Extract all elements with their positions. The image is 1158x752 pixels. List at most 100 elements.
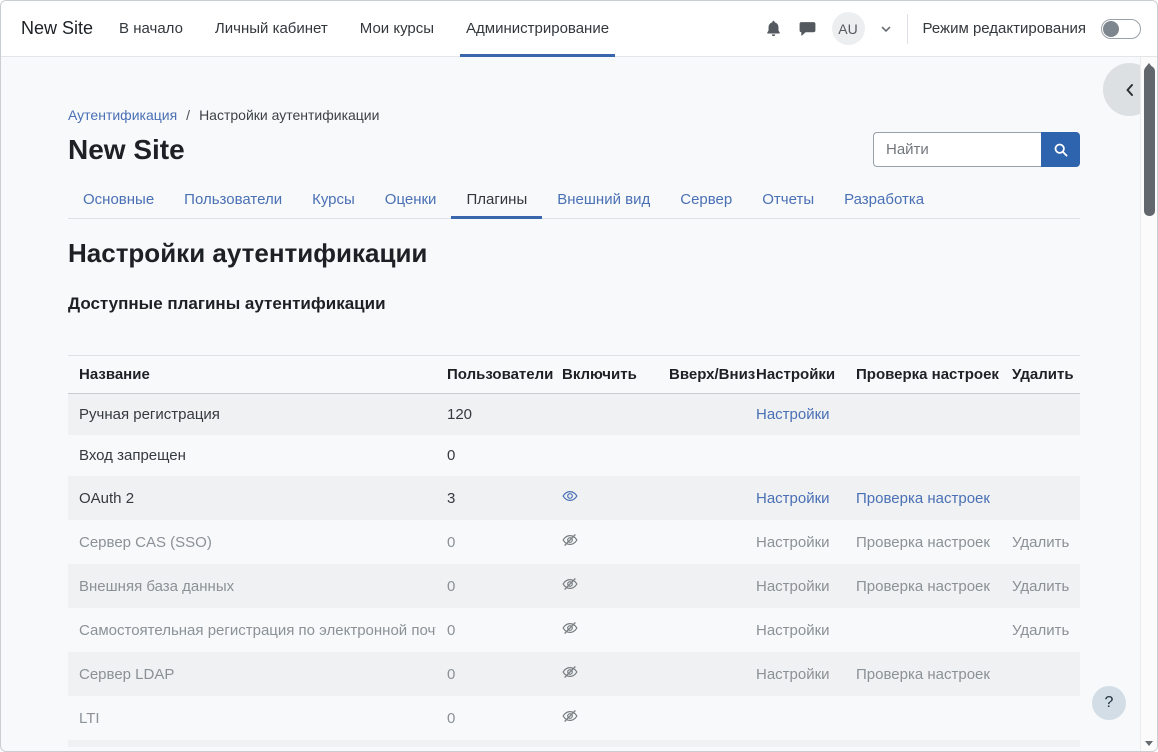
toggle-knob — [1103, 21, 1119, 37]
main-content: Аутентификация / Настройки аутентификаци… — [1, 57, 1157, 751]
search-button[interactable] — [1041, 132, 1080, 167]
browser-window: New Site В начало Личный кабинет Мои кур… — [0, 0, 1158, 752]
plugin-updown-cell — [658, 520, 745, 564]
plugin-name: Сервер LDAP — [68, 652, 436, 696]
plugin-delete-link[interactable]: Удалить — [1012, 534, 1069, 551]
plugin-name: Ручная регистрация — [68, 394, 436, 436]
plugin-settings-link[interactable]: Настройки — [756, 578, 830, 595]
plugin-delete-link[interactable]: Удалить — [1012, 578, 1069, 595]
tab-reports[interactable]: Отчеты — [747, 182, 829, 218]
tab-general[interactable]: Основные — [68, 182, 169, 218]
plugin-settings-link[interactable]: Настройки — [756, 622, 830, 639]
bell-icon[interactable] — [764, 19, 783, 38]
section-subheading: Доступные плагины аутентификации — [68, 294, 1080, 314]
plugin-users-count: 0 — [436, 520, 551, 564]
nav-item-site-admin[interactable]: Администрирование — [450, 1, 625, 57]
chat-icon[interactable] — [798, 19, 817, 38]
breadcrumb: Аутентификация / Настройки аутентификаци… — [68, 107, 1080, 123]
user-avatar[interactable]: AU — [832, 12, 865, 45]
plugin-name: Сервер CAS (SSO) — [68, 520, 436, 564]
table-header-row: Название Пользователи Включить Вверх/Вни… — [68, 356, 1080, 394]
plugin-settings-cell — [745, 435, 845, 476]
plugin-test-link[interactable]: Проверка настроек — [856, 534, 990, 551]
nav-item-my-courses[interactable]: Мои курсы — [344, 1, 450, 57]
search-group — [873, 132, 1080, 167]
plugin-updown-cell — [658, 476, 745, 520]
plugin-test-cell — [845, 608, 1001, 652]
plugin-test-link[interactable]: Проверка настроек — [856, 490, 990, 507]
plugin-updown-cell — [658, 696, 745, 740]
plugin-users-count: 0 — [436, 564, 551, 608]
chevron-down-icon[interactable] — [880, 23, 892, 35]
plugin-settings-link[interactable]: Настройки — [756, 490, 830, 507]
breadcrumb-link-authentication[interactable]: Аутентификация — [68, 107, 177, 123]
nav-item-dashboard[interactable]: Личный кабинет — [199, 1, 344, 57]
edit-mode-label: Режим редактирования — [923, 20, 1086, 37]
tab-server[interactable]: Сервер — [665, 182, 747, 218]
tab-development[interactable]: Разработка — [829, 182, 939, 218]
plugin-name: Самостоятельная регистрация по электронн… — [68, 608, 436, 652]
plugin-delete-cell — [1001, 476, 1080, 520]
scrollbar-down-arrow[interactable] — [1141, 737, 1157, 749]
question-icon: ? — [1105, 694, 1114, 712]
tab-appearance[interactable]: Внешний вид — [542, 182, 665, 218]
plugin-delete-cell — [1001, 696, 1080, 740]
vertical-scrollbar[interactable] — [1140, 57, 1157, 751]
plugin-users-count: 0 — [436, 696, 551, 740]
next-row-partial — [68, 740, 1080, 747]
nav-item-home[interactable]: В начало — [103, 1, 199, 57]
eye-icon[interactable] — [562, 488, 578, 504]
plugin-settings-link[interactable]: Настройки — [756, 666, 830, 683]
plugin-updown-cell — [658, 652, 745, 696]
eye-slash-icon[interactable] — [562, 576, 578, 592]
plugin-test-link[interactable]: Проверка настроек — [856, 578, 990, 595]
auth-plugins-table: Название Пользователи Включить Вверх/Вни… — [68, 355, 1080, 740]
admin-tabs: Основные Пользователи Курсы Оценки Плаги… — [68, 182, 1080, 219]
site-brand[interactable]: New Site — [21, 18, 93, 39]
col-header-enable: Включить — [551, 356, 658, 394]
plugin-updown-cell — [658, 435, 745, 476]
plugin-delete-cell — [1001, 652, 1080, 696]
plugin-users-count: 0 — [436, 608, 551, 652]
tab-grades[interactable]: Оценки — [370, 182, 452, 218]
search-input[interactable] — [873, 132, 1041, 167]
plugin-test-cell — [845, 696, 1001, 740]
chevron-left-icon — [1122, 82, 1138, 98]
eye-slash-icon[interactable] — [562, 664, 578, 680]
plugin-enable-cell — [551, 435, 658, 476]
plugin-test-link[interactable]: Проверка настроек — [856, 666, 990, 683]
eye-slash-icon[interactable] — [562, 620, 578, 636]
scrollbar-thumb[interactable] — [1144, 66, 1155, 216]
plugin-test-cell — [845, 394, 1001, 436]
eye-slash-icon[interactable] — [562, 708, 578, 724]
plugin-updown-cell — [658, 608, 745, 652]
tab-plugins[interactable]: Плагины — [451, 182, 542, 218]
plugin-updown-cell — [658, 394, 745, 436]
plugin-test-cell — [845, 435, 1001, 476]
plugin-enable-cell — [551, 394, 658, 436]
navbar-right-cluster: AU Режим редактирования — [764, 12, 1141, 45]
col-header-delete: Удалить — [1001, 356, 1080, 394]
plugin-settings-link[interactable]: Настройки — [756, 406, 830, 423]
col-header-settings: Настройки — [745, 356, 845, 394]
plugin-name: Вход запрещен — [68, 435, 436, 476]
help-button[interactable]: ? — [1092, 686, 1126, 720]
tab-courses[interactable]: Курсы — [297, 182, 370, 218]
plugin-delete-cell — [1001, 394, 1080, 436]
plugin-users-count: 3 — [436, 476, 551, 520]
plugin-settings-link[interactable]: Настройки — [756, 534, 830, 551]
title-row: New Site — [68, 132, 1080, 167]
table-row: Вход запрещен 0 — [68, 435, 1080, 476]
plugin-users-count: 120 — [436, 394, 551, 436]
col-header-name: Название — [68, 356, 436, 394]
plugin-users-count: 0 — [436, 435, 551, 476]
plugin-users-count: 0 — [436, 652, 551, 696]
tab-users[interactable]: Пользователи — [169, 182, 297, 218]
plugin-delete-cell — [1001, 435, 1080, 476]
eye-slash-icon[interactable] — [562, 532, 578, 548]
plugin-delete-link[interactable]: Удалить — [1012, 622, 1069, 639]
plugin-updown-cell — [658, 564, 745, 608]
table-row: Сервер LDAP 0 Настройки Проверка настрое… — [68, 652, 1080, 696]
navbar-divider — [907, 14, 908, 44]
edit-mode-toggle[interactable] — [1101, 19, 1141, 39]
